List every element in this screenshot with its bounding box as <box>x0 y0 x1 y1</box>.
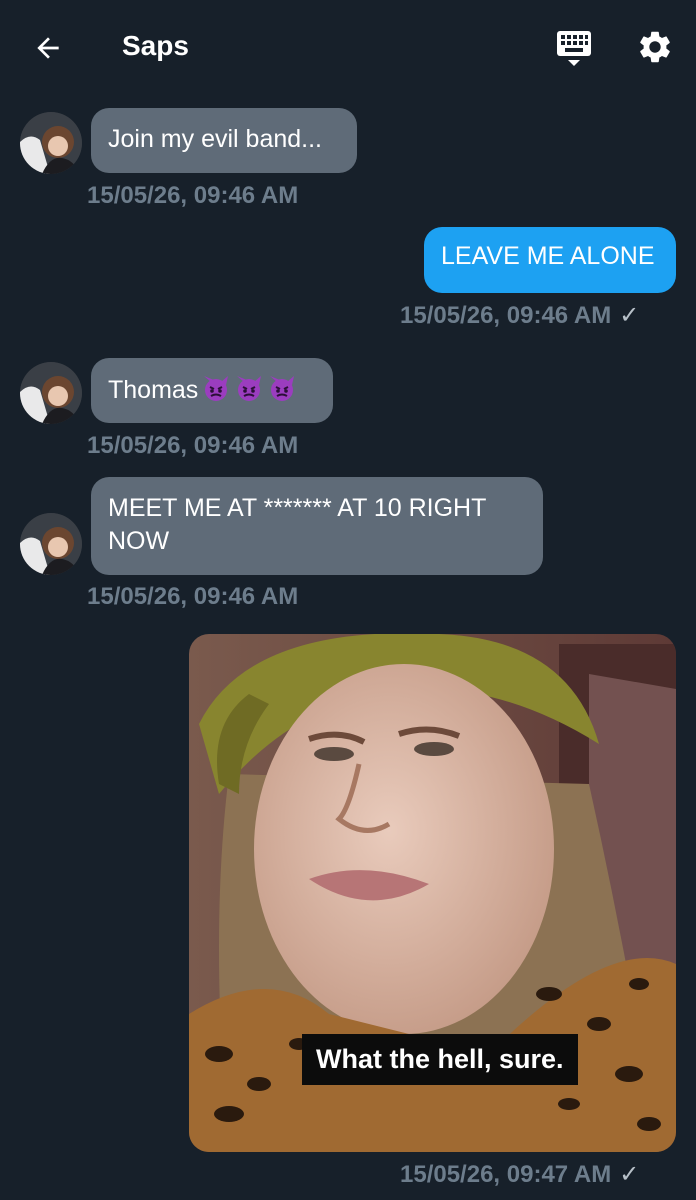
message-text-line: NOW <box>108 527 170 555</box>
imp-emoji-icon <box>267 373 297 412</box>
avatar[interactable] <box>20 112 82 174</box>
read-check-icon: ✓ <box>619 302 640 329</box>
imp-emoji-icon <box>234 373 264 412</box>
incoming-message-bubble[interactable]: MEET ME AT ******* AT 10 RIGHT NOW <box>91 477 543 575</box>
outgoing-message-bubble[interactable]: LEAVE ME ALONE <box>424 227 676 293</box>
message-timestamp: 15/05/26, 09:46 AM <box>87 432 299 459</box>
avatar-image <box>20 513 82 575</box>
message-text-line: MEET ME AT ******* AT 10 RIGHT <box>108 494 487 522</box>
settings-button[interactable] <box>632 24 678 70</box>
chat-header: Saps <box>0 0 696 95</box>
avatar[interactable] <box>20 513 82 575</box>
message-text: LEAVE ME ALONE <box>441 242 655 270</box>
message-text: Join my evil band... <box>108 125 322 153</box>
avatar[interactable] <box>20 362 82 424</box>
keyboard-icon <box>557 31 591 66</box>
incoming-message-bubble[interactable]: Thomas <box>91 358 333 423</box>
message-timestamp: 15/05/26, 09:46 AM <box>87 583 299 610</box>
avatar-image <box>20 112 82 174</box>
message-timestamp: 15/05/26, 09:47 AM ✓ <box>400 1161 640 1188</box>
message-timestamp: 15/05/26, 09:46 AM ✓ <box>400 302 640 329</box>
message-text: Thomas <box>108 376 199 404</box>
read-check-icon: ✓ <box>619 1161 640 1188</box>
avatar-image <box>20 362 82 424</box>
page-title: Saps <box>122 30 189 61</box>
back-button[interactable] <box>26 26 70 70</box>
gear-icon <box>640 31 670 63</box>
message-timestamp: 15/05/26, 09:46 AM <box>87 182 299 209</box>
image-caption: What the hell, sure. <box>302 1034 578 1085</box>
arrow-left-icon <box>37 37 59 59</box>
image-message[interactable]: What the hell, sure. <box>189 634 676 1152</box>
keyboard-toggle-button[interactable] <box>552 26 596 70</box>
imp-emoji-icon <box>201 373 231 412</box>
incoming-message-bubble[interactable]: Join my evil band... <box>91 108 357 173</box>
